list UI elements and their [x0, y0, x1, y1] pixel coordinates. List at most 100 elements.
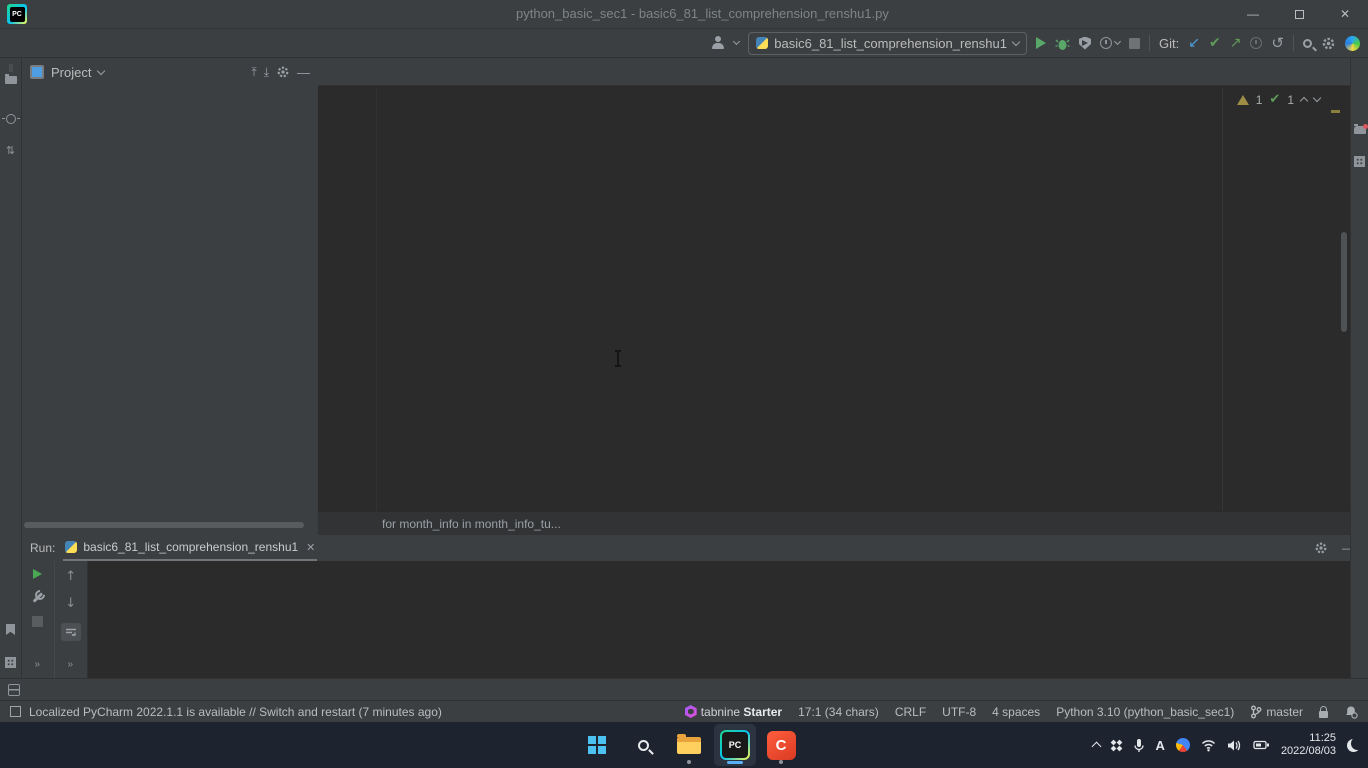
up-stack-trace-icon[interactable]: ↑ [65, 569, 76, 584]
search-everywhere-icon[interactable] [1303, 39, 1312, 48]
git-branch-widget[interactable]: master [1250, 705, 1303, 719]
taskbar-search-button[interactable] [622, 724, 664, 766]
pycharm-taskbar-button[interactable]: PC [714, 724, 756, 766]
profiler-button[interactable] [1100, 37, 1120, 49]
more-actions[interactable]: » [67, 659, 74, 670]
taskbar-clock[interactable]: 11:25 2022/08/03 [1281, 732, 1336, 758]
prev-issue-icon[interactable] [1300, 97, 1308, 105]
night-light-icon[interactable] [1347, 739, 1360, 752]
git-commit-icon[interactable]: ✔ [1209, 36, 1221, 50]
browser-profile-icon[interactable] [1176, 738, 1190, 752]
down-stack-trace-icon[interactable]: ↓ [65, 596, 76, 611]
running-indicator [687, 760, 691, 764]
window-title: python_basic_sec1 - basic6_81_list_compr… [516, 0, 889, 28]
soft-wrap-icon[interactable] [61, 623, 81, 641]
git-push-icon[interactable]: ↗ [1230, 36, 1242, 50]
run-configuration-select[interactable]: basic6_81_list_comprehension_renshu1 [748, 32, 1027, 55]
stripe-project-tab[interactable] [9, 64, 13, 72]
battery-icon[interactable] [1253, 739, 1270, 751]
tabnine-widget[interactable]: tabnine Starter [685, 705, 782, 719]
tray-expand-icon[interactable] [1091, 742, 1101, 752]
camtasia-taskbar-button[interactable]: C [760, 724, 802, 766]
more-actions[interactable]: » [34, 659, 41, 670]
status-message[interactable]: Localized PyCharm 2022.1.1 is available … [29, 705, 442, 719]
notifications-bell-icon[interactable] [1354, 126, 1366, 134]
project-panel-title[interactable]: Project [51, 65, 91, 80]
minimize-button[interactable]: — [1230, 0, 1276, 28]
rollback-icon[interactable]: ↺ [1271, 36, 1284, 50]
tool-window-switcher-icon[interactable] [8, 684, 20, 696]
horizontal-scrollbar[interactable] [24, 522, 304, 528]
edit-configuration-icon[interactable] [31, 591, 44, 604]
volume-icon[interactable] [1227, 739, 1242, 752]
hide-panel-icon[interactable]: — [297, 65, 310, 80]
run-tab[interactable]: basic6_81_list_comprehension_renshu1 ✕ [63, 535, 317, 561]
run-with-coverage-icon[interactable] [1079, 37, 1091, 50]
file-explorer-button[interactable] [668, 724, 710, 766]
clock-date: 2022/08/03 [1281, 745, 1336, 758]
ime-indicator[interactable]: A [1156, 738, 1165, 753]
file-encoding[interactable]: UTF-8 [942, 705, 976, 719]
chevron-down-icon[interactable] [97, 66, 105, 74]
next-issue-icon[interactable] [1313, 94, 1321, 102]
right-margin-guide [1222, 88, 1223, 511]
run-button[interactable] [1036, 37, 1046, 49]
tabnine-label: tabnine [701, 705, 740, 719]
project-panel: Project ⤒ ⤓ — [22, 58, 318, 535]
rerun-button[interactable] [33, 569, 42, 579]
structure-icon [5, 657, 16, 668]
error-stripe-mark[interactable] [1331, 110, 1340, 113]
context-line-text[interactable]: for month_info in month_info_tu... [382, 517, 561, 531]
python-interpreter[interactable]: Python 3.10 (python_basic_sec1) [1056, 705, 1234, 719]
git-history-icon[interactable] [1250, 37, 1262, 49]
close-button[interactable]: ✕ [1322, 0, 1368, 28]
stop-button[interactable] [1129, 38, 1140, 49]
chevron-down-icon [1012, 37, 1020, 45]
typo-icon: ✔ [1269, 92, 1280, 107]
branch-name: master [1266, 705, 1303, 719]
run-tab-label: basic6_81_list_comprehension_renshu1 [83, 540, 298, 554]
status-window-icon[interactable] [10, 706, 21, 717]
python-icon [756, 37, 768, 49]
notifications-gear-icon[interactable] [1344, 705, 1358, 719]
lock-icon[interactable] [1319, 711, 1328, 718]
expand-all-icon[interactable]: ⤒ [251, 65, 256, 79]
pycharm-logo-icon: PC [7, 4, 27, 24]
code-editor[interactable] [318, 88, 1350, 511]
run-console[interactable] [88, 561, 1368, 678]
maximize-icon [1295, 10, 1304, 19]
run-settings-gear-icon[interactable] [1314, 541, 1328, 555]
status-bar: Localized PyCharm 2022.1.1 is available … [0, 700, 1368, 722]
inspections-widget[interactable]: 1 ✔ 1 [1237, 92, 1320, 107]
windows-logo-icon [588, 736, 606, 754]
caret-position[interactable]: 17:1 (34 chars) [798, 705, 879, 719]
bookmarks-icon [6, 624, 15, 635]
indent-style[interactable]: 4 spaces [992, 705, 1040, 719]
user-chevron-icon [733, 38, 740, 45]
settings-gear-icon[interactable] [1321, 36, 1336, 51]
close-icon[interactable]: ✕ [306, 541, 315, 554]
collapse-all-icon[interactable]: ⤓ [264, 65, 269, 79]
running-indicator [779, 760, 783, 764]
commit-stripe-icon [6, 114, 16, 124]
line-separator[interactable]: CRLF [895, 705, 926, 719]
stop-button[interactable] [32, 616, 43, 627]
wifi-icon[interactable] [1201, 739, 1216, 752]
typo-count: 1 [1287, 93, 1294, 107]
run-panel: Run: basic6_81_list_comprehension_renshu… [22, 535, 1368, 678]
microphone-icon[interactable] [1133, 738, 1145, 753]
user-icon[interactable] [711, 36, 725, 50]
camtasia-icon: C [767, 731, 796, 760]
maximize-button[interactable] [1276, 0, 1322, 28]
editor-scrollbar[interactable] [1341, 232, 1347, 332]
warning-count: 1 [1256, 93, 1263, 107]
start-button[interactable] [576, 724, 618, 766]
project-stripe-icon [5, 76, 17, 84]
project-settings-gear-icon[interactable] [276, 65, 290, 79]
debug-icon[interactable] [1055, 36, 1070, 51]
windows-taskbar: PC C A 11:25 2022/08/03 [0, 722, 1368, 768]
git-update-icon[interactable]: ↙ [1188, 36, 1200, 50]
tabnine-plan: Starter [743, 705, 782, 719]
ide-plugin-icon[interactable] [1345, 36, 1360, 51]
dropbox-icon[interactable] [1111, 740, 1122, 751]
